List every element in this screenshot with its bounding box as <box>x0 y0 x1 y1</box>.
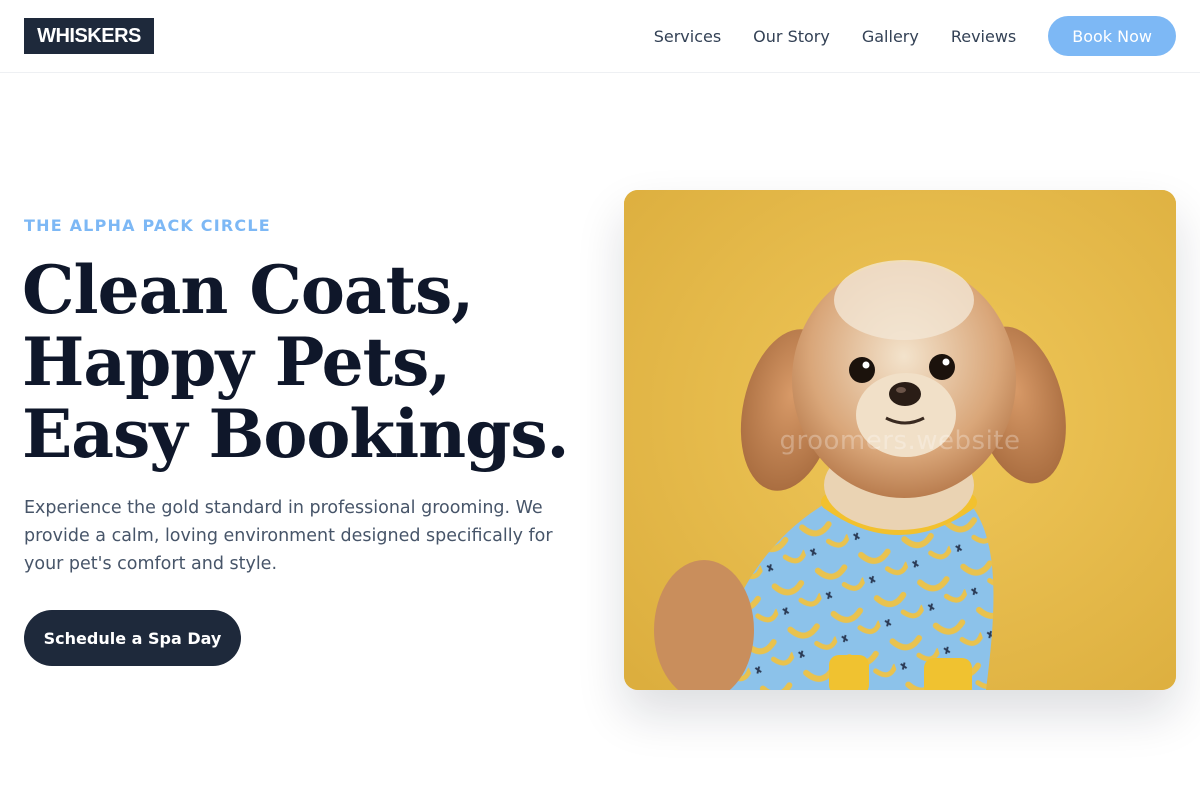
hero-eyebrow: THE ALPHA PACK CIRCLE <box>24 216 271 235</box>
hero-description: Experience the gold standard in professi… <box>24 498 553 574</box>
nav-link-our-story[interactable]: Our Story <box>753 27 830 46</box>
hero-headline: Clean Coats, Happy Pets, Easy Bookings. <box>22 254 602 470</box>
image-watermark: groomers.website <box>779 426 1021 456</box>
book-now-button[interactable]: Book Now <box>1048 16 1176 56</box>
logo[interactable]: WHISKERS <box>24 18 154 54</box>
schedule-spa-day-button[interactable]: Schedule a Spa Day <box>24 610 241 666</box>
nav-link-gallery[interactable]: Gallery <box>862 27 919 46</box>
site-header: WHISKERS Services Our Story Gallery Revi… <box>0 0 1200 73</box>
nav-link-services[interactable]: Services <box>654 27 721 46</box>
main-nav: Services Our Story Gallery Reviews Book … <box>654 0 1176 72</box>
headline-line-3: Easy Bookings. <box>22 395 569 473</box>
nav-link-reviews[interactable]: Reviews <box>951 27 1016 46</box>
headline-line-2: Happy Pets, <box>22 323 451 401</box>
headline-line-1: Clean Coats, <box>22 251 474 329</box>
hero-dog-image: groomers.website <box>624 190 1176 690</box>
